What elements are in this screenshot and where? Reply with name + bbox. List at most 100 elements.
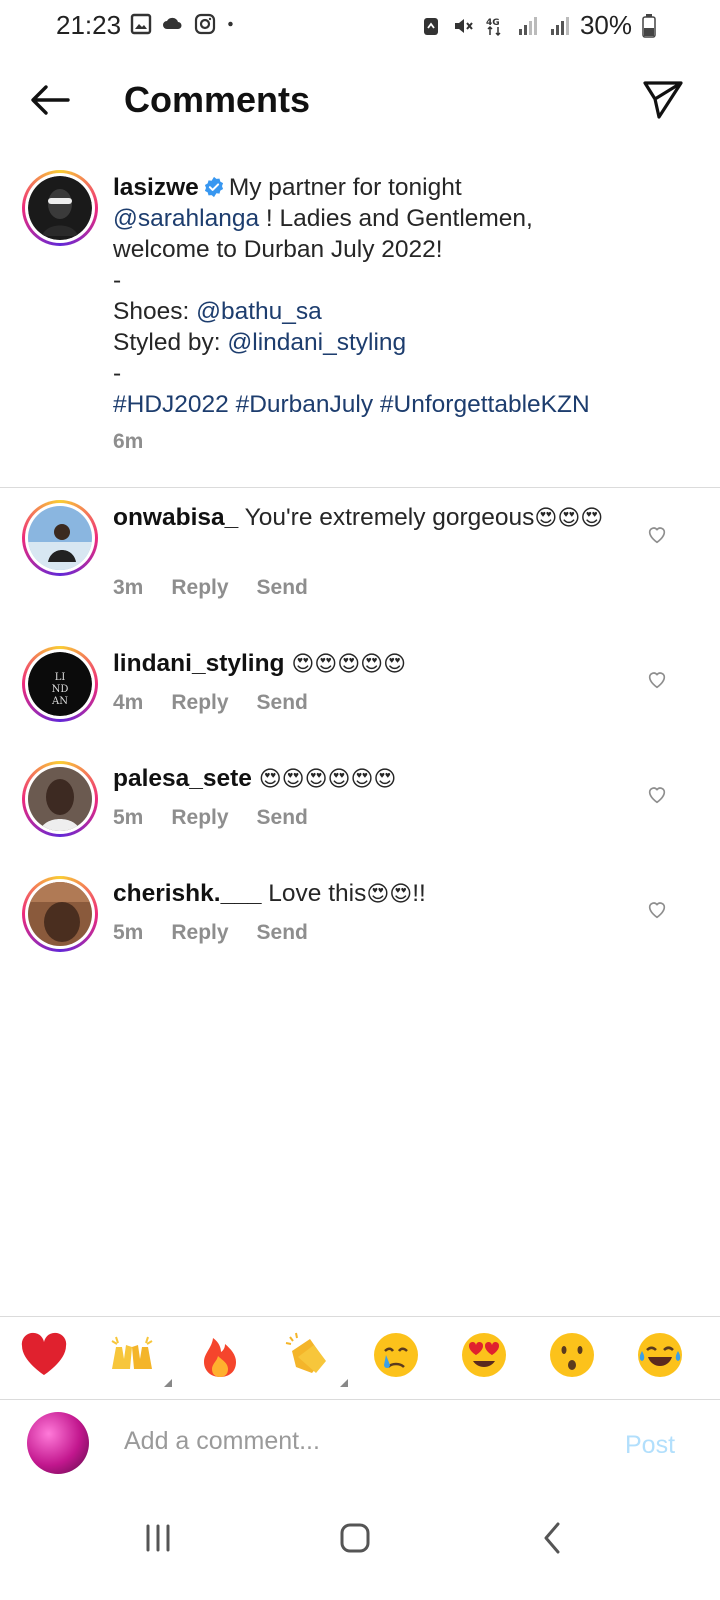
send-button[interactable]: Send [257, 691, 308, 715]
quick-reaction-bar [0, 1316, 720, 1400]
reply-button[interactable]: Reply [171, 576, 228, 600]
status-time: 21:23 [56, 10, 122, 40]
comment-body: Love this [268, 880, 367, 907]
battery-icon [642, 13, 656, 38]
like-heart-icon[interactable] [646, 668, 668, 690]
comment-username[interactable]: lindani_styling [113, 650, 285, 677]
mention-link[interactable]: @sarahlanga [113, 205, 259, 232]
comment-text: lindani_styling 😍😍😍😍😍 [113, 648, 633, 681]
svg-text:AN: AN [51, 696, 68, 707]
comment-actions: 5m Reply Send [113, 921, 308, 945]
comment-username[interactable]: onwabisa_ [113, 504, 238, 531]
status-system-icons: 4G 30% [420, 10, 656, 41]
svg-text:ND: ND [52, 684, 69, 695]
post-button[interactable]: Post [625, 1431, 675, 1460]
caption-separator: - [113, 267, 122, 294]
avatar[interactable] [22, 876, 98, 952]
avatar[interactable] [22, 761, 98, 837]
profile-photo-palesa-sete [28, 767, 92, 831]
back-arrow-icon[interactable] [28, 82, 72, 118]
comment-username[interactable]: cherishk.___ [113, 880, 261, 907]
status-bar: 21:23 4G 30% [0, 0, 720, 52]
avatar[interactable] [22, 170, 98, 246]
surprised-face-icon [550, 1333, 594, 1377]
reply-button[interactable]: Reply [171, 806, 228, 830]
comments-header: Comments [0, 52, 720, 148]
reaction-clapping-hands[interactable] [282, 1329, 348, 1389]
comment-time: 3m [113, 576, 144, 599]
comment-text: cherishk.___ Love this😍😍!! [113, 878, 633, 911]
comment-actions: 4m Reply Send [113, 691, 308, 715]
shoes-label: Shoes: [113, 298, 197, 325]
caption-timestamp: 6m [113, 430, 144, 453]
comment-item: palesa_sete 😍😍😍😍😍😍 5m Reply Send [0, 761, 720, 851]
signal-icon-2 [550, 16, 569, 35]
raising-hands-icon [111, 1336, 153, 1369]
reaction-surprised-face[interactable] [546, 1329, 606, 1389]
tears-of-joy-face-icon [638, 1333, 682, 1377]
like-heart-icon[interactable] [646, 523, 668, 545]
battery-saver-icon [423, 17, 438, 35]
comment-actions: 3m Reply Send [113, 576, 308, 600]
current-user-avatar[interactable] [27, 1412, 89, 1474]
reaction-raising-hands[interactable] [106, 1329, 172, 1389]
gallery-icon [130, 13, 152, 35]
back-icon[interactable] [522, 1512, 582, 1564]
comment-suffix: !! [412, 880, 426, 907]
profile-photo-lasizwe [28, 176, 92, 240]
mute-icon [454, 18, 473, 33]
avatar[interactable] [22, 500, 98, 576]
variant-indicator [164, 1379, 172, 1387]
avatar[interactable]: LI ND AN [22, 646, 98, 722]
reaction-red-heart[interactable] [18, 1329, 78, 1389]
comment-emojis: 😍😍😍😍😍 [291, 652, 407, 677]
styled-by-label: Styled by: [113, 329, 228, 356]
mention-link[interactable]: @bathu_sa [196, 298, 322, 325]
comment-text: onwabisa_ You're extremely gorgeous😍😍😍 [113, 502, 633, 535]
home-icon[interactable] [326, 1512, 386, 1564]
reply-button[interactable]: Reply [171, 691, 228, 715]
like-heart-icon[interactable] [646, 898, 668, 920]
heart-eyes-face-icon [462, 1333, 506, 1377]
comment-actions: 5m Reply Send [113, 806, 308, 830]
comment-input[interactable] [124, 1427, 584, 1456]
verified-badge-icon [204, 176, 223, 198]
hashtags-link[interactable]: #HDJ2022 #DurbanJuly #UnforgettableKZN [113, 391, 590, 418]
comment-item: onwabisa_ You're extremely gorgeous😍😍😍 3… [0, 500, 720, 620]
post-caption: lasizwe My partner for tonight @sarahlang… [0, 165, 720, 488]
comment-time: 5m [113, 921, 144, 944]
profile-photo-lindani-styling: LI ND AN [28, 652, 92, 716]
send-direct-icon[interactable] [642, 78, 684, 120]
dot-icon [228, 21, 233, 27]
reaction-heart-eyes[interactable] [458, 1329, 518, 1389]
send-button[interactable]: Send [257, 921, 308, 945]
caption-line-3: welcome to Durban July 2022! [113, 236, 443, 263]
reaction-tears-of-joy[interactable] [634, 1329, 694, 1389]
mention-link[interactable]: @lindani_styling [227, 329, 406, 356]
red-heart-icon [21, 1332, 67, 1375]
reaction-fire[interactable] [194, 1329, 254, 1389]
svg-text:LI: LI [55, 672, 66, 683]
like-heart-icon[interactable] [646, 783, 668, 805]
caption-username[interactable]: lasizwe [113, 174, 199, 201]
profile-photo-cherishk [28, 882, 92, 946]
caption-line-2: ! Ladies and Gentlemen, [259, 205, 533, 232]
send-button[interactable]: Send [257, 576, 308, 600]
comment-emojis: 😍😍 [366, 882, 413, 907]
comment-text: palesa_sete 😍😍😍😍😍😍 [113, 763, 633, 796]
send-button[interactable]: Send [257, 806, 308, 830]
svg-text:4G: 4G [486, 18, 500, 28]
cloud-icon [163, 17, 182, 29]
comment-username[interactable]: palesa_sete [113, 765, 252, 792]
reply-button[interactable]: Reply [171, 921, 228, 945]
caption-line-1: My partner for tonight [228, 174, 462, 201]
fire-icon [204, 1338, 236, 1377]
recent-apps-icon[interactable] [128, 1512, 188, 1564]
clapping-hands-icon [285, 1332, 326, 1373]
comment-emojis: 😍😍😍 [534, 506, 604, 531]
comment-emojis: 😍😍😍😍😍😍 [258, 767, 397, 792]
comment-item: cherishk.___ Love this😍😍!! 5m Reply Send [0, 876, 720, 966]
status-notification-icons [130, 13, 240, 35]
profile-photo-onwabisa [28, 506, 92, 570]
reaction-crying-face[interactable] [370, 1329, 430, 1389]
